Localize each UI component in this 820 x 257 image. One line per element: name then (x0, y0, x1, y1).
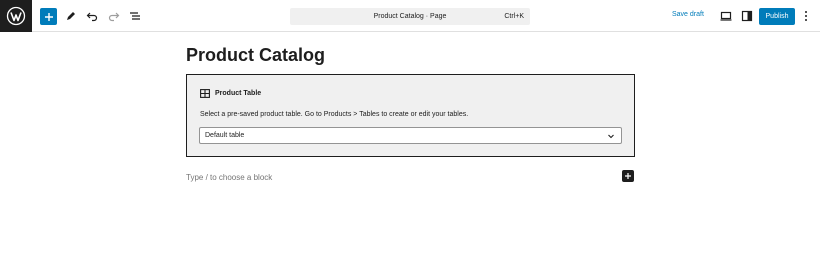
block-header: Product Table (200, 89, 261, 98)
publish-button[interactable]: Publish (759, 8, 795, 25)
preview-icon (720, 11, 732, 21)
plus-icon (625, 173, 631, 179)
chevron-down-icon (608, 134, 614, 139)
block-title: Product Table (215, 90, 262, 97)
tools-button[interactable] (62, 7, 80, 25)
more-options-icon (805, 11, 807, 21)
page-title[interactable]: Product Catalog (186, 45, 325, 66)
list-view-icon (130, 12, 140, 20)
block-description: Select a pre-saved product table. Go to … (200, 111, 469, 118)
redo-icon (108, 12, 120, 22)
sidebar-icon (741, 10, 753, 22)
command-palette-button[interactable]: Product Catalog · Page Ctrl+K (290, 8, 530, 25)
editor-header: Product Catalog · Page Ctrl+K Save draft… (0, 0, 820, 32)
redo-button[interactable] (105, 7, 123, 25)
preview-button[interactable] (717, 7, 735, 25)
table-icon (200, 89, 210, 98)
document-title: Product Catalog · Page (373, 13, 447, 20)
table-select-value: Default table (205, 132, 245, 139)
add-block-button[interactable] (40, 8, 57, 25)
plus-icon (44, 12, 53, 21)
command-shortcut: Ctrl+K (504, 13, 524, 20)
product-table-block[interactable]: Product Table Select a pre-saved product… (186, 74, 635, 157)
block-appender[interactable]: Type / to choose a block (186, 173, 272, 182)
pen-icon (67, 12, 75, 20)
table-select[interactable]: Default table (199, 127, 622, 144)
save-draft-button[interactable]: Save draft (672, 11, 704, 18)
document-overview-button[interactable] (126, 7, 144, 25)
inline-inserter-button[interactable] (622, 170, 634, 182)
settings-sidebar-button[interactable] (738, 7, 756, 25)
options-button[interactable] (800, 7, 812, 25)
undo-button[interactable] (83, 7, 101, 25)
undo-icon (86, 12, 98, 22)
wordpress-logo-icon[interactable] (0, 0, 32, 32)
